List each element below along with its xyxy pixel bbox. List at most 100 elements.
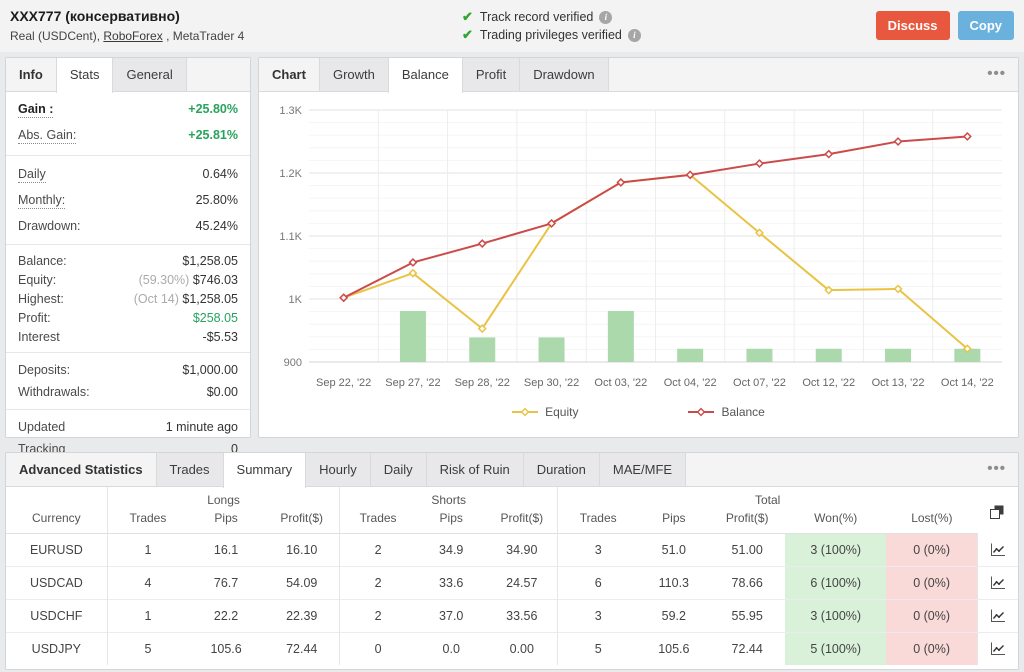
account-title: XXX777 (консервативно) bbox=[10, 8, 462, 25]
value-cell: 0.00 bbox=[487, 633, 558, 666]
check-icon: ✔ bbox=[462, 9, 473, 25]
value-cell: 72.44 bbox=[264, 633, 340, 666]
value-cell: 3 (100%) bbox=[785, 600, 886, 633]
value-cell: 3 bbox=[557, 600, 638, 633]
value-cell: 51.0 bbox=[638, 534, 709, 567]
svg-text:Sep 30, '22: Sep 30, '22 bbox=[524, 377, 579, 389]
stat-row-equity: Equity:(59.30%) $746.03 bbox=[6, 270, 250, 289]
value-cell: 0 bbox=[340, 633, 416, 666]
adv-tab-risk-of-ruin[interactable]: Risk of Ruin bbox=[426, 453, 524, 486]
info-tab-stats[interactable]: Stats bbox=[56, 58, 114, 93]
value-cell: 34.90 bbox=[487, 534, 558, 567]
stat-value-prefix: (Oct 14) bbox=[134, 292, 183, 306]
value-cell: 51.00 bbox=[709, 534, 785, 567]
chart-tab-balance[interactable]: Balance bbox=[388, 58, 463, 93]
table-row-usdjpy: USDJPY5105.672.4400.00.005105.672.445 (1… bbox=[6, 633, 1018, 666]
value-cell: 5 (100%) bbox=[785, 633, 886, 666]
stat-row-monthly: Monthly:25.80% bbox=[6, 188, 250, 214]
stat-value: 1 minute ago bbox=[166, 420, 238, 434]
row-chart-icon[interactable] bbox=[977, 600, 1018, 633]
svg-text:1.2K: 1.2K bbox=[279, 168, 302, 180]
stat-label: Daily bbox=[18, 167, 46, 183]
chart-tab-drawdown[interactable]: Drawdown bbox=[519, 58, 608, 91]
stat-label: Drawdown: bbox=[18, 219, 81, 233]
adv-tab-duration[interactable]: Duration bbox=[523, 453, 600, 486]
stat-value: $258.05 bbox=[193, 311, 238, 325]
info-icon[interactable] bbox=[599, 11, 612, 24]
column-header-currency: Currency bbox=[6, 508, 107, 534]
stats-divider bbox=[6, 155, 250, 156]
svg-text:Oct 03, '22: Oct 03, '22 bbox=[594, 377, 647, 389]
column-header-profit: Profit($) bbox=[264, 508, 340, 534]
group-total: Total bbox=[557, 487, 977, 508]
stat-value: -$5.53 bbox=[203, 330, 238, 344]
value-cell: 22.39 bbox=[264, 600, 340, 633]
ellipsis-menu-icon[interactable] bbox=[975, 453, 1018, 486]
stat-value: $0.00 bbox=[207, 385, 238, 399]
stat-row-abs-gain: Abs. Gain:+25.81% bbox=[6, 123, 250, 149]
value-cell: 1 bbox=[107, 534, 188, 567]
value-cell: 6 bbox=[557, 567, 638, 600]
info-panel-tabs: StatsGeneral bbox=[56, 58, 186, 91]
ellipsis-menu-icon[interactable] bbox=[975, 58, 1018, 91]
stat-label: Deposits: bbox=[18, 363, 70, 377]
info-icon[interactable] bbox=[628, 29, 641, 42]
table-column-header-row: CurrencyTradesPipsProfit($)TradesPipsPro… bbox=[6, 508, 1018, 534]
stat-value: +25.80% bbox=[188, 102, 238, 116]
chart-panel-tabs: GrowthBalanceProfitDrawdown bbox=[319, 58, 608, 91]
chart-tab-profit[interactable]: Profit bbox=[462, 58, 520, 91]
column-header-pips: Pips bbox=[416, 508, 487, 534]
discuss-button[interactable]: Discuss bbox=[876, 11, 950, 40]
check-icon: ✔ bbox=[462, 27, 473, 43]
group-longs: Longs bbox=[107, 487, 340, 508]
stat-row-updated: Updated1 minute ago bbox=[6, 416, 250, 438]
platform-label: , MetaTrader 4 bbox=[163, 29, 245, 43]
column-header-trades: Trades bbox=[340, 508, 416, 534]
stat-row-highest: Highest:(Oct 14) $1,258.05 bbox=[6, 289, 250, 308]
stats-list: Gain :+25.80%Abs. Gain:+25.81%Daily0.64%… bbox=[6, 92, 250, 460]
stat-label: Monthly: bbox=[18, 193, 65, 209]
broker-link[interactable]: RoboForex bbox=[103, 29, 162, 43]
value-cell: 0 (0%) bbox=[886, 534, 977, 567]
stat-label: Highest: bbox=[18, 292, 64, 306]
export-copy-icon[interactable] bbox=[977, 487, 1018, 534]
adv-tab-hourly[interactable]: Hourly bbox=[305, 453, 371, 486]
info-tab-general[interactable]: General bbox=[112, 58, 186, 91]
value-cell: 4 bbox=[107, 567, 188, 600]
value-cell: 0 (0%) bbox=[886, 567, 977, 600]
account-header: XXX777 (консервативно) Real (USDCent), R… bbox=[0, 0, 1024, 52]
row-chart-icon[interactable] bbox=[977, 633, 1018, 666]
legend-label: Balance bbox=[721, 405, 764, 419]
row-chart-icon[interactable] bbox=[977, 534, 1018, 567]
adv-tab-mae-mfe[interactable]: MAE/MFE bbox=[599, 453, 686, 486]
svg-text:Oct 04, '22: Oct 04, '22 bbox=[664, 377, 717, 389]
adv-tab-trades[interactable]: Trades bbox=[156, 453, 224, 486]
group-shorts: Shorts bbox=[340, 487, 558, 508]
adv-tab-summary[interactable]: Summary bbox=[223, 453, 307, 488]
stat-label: Abs. Gain: bbox=[18, 128, 76, 144]
stat-value: $1,000.00 bbox=[182, 363, 238, 377]
svg-text:Oct 14, '22: Oct 14, '22 bbox=[941, 377, 994, 389]
chart-tab-growth[interactable]: Growth bbox=[319, 58, 389, 91]
advanced-statistics-header: Advanced Statistics TradesSummaryHourlyD… bbox=[6, 453, 1018, 487]
advanced-statistics-tabs: TradesSummaryHourlyDailyRisk of RuinDura… bbox=[156, 453, 686, 486]
svg-text:Oct 07, '22: Oct 07, '22 bbox=[733, 377, 786, 389]
column-header-profit: Profit($) bbox=[487, 508, 558, 534]
stat-label: Gain : bbox=[18, 102, 53, 118]
svg-text:Sep 27, '22: Sep 27, '22 bbox=[385, 377, 440, 389]
stat-row-drawdown: Drawdown:45.24% bbox=[6, 214, 250, 238]
advanced-statistics-label: Advanced Statistics bbox=[6, 453, 156, 486]
svg-text:1.1K: 1.1K bbox=[279, 231, 302, 243]
value-cell: 1 bbox=[107, 600, 188, 633]
balance-equity-chart[interactable]: 9001K1.1K1.2K1.3KSep 22, '22Sep 27, '22S… bbox=[267, 98, 1010, 396]
info-panel-header: Info StatsGeneral bbox=[6, 58, 250, 92]
stat-value-prefix: (59.30%) bbox=[139, 273, 193, 287]
value-cell: 6 (100%) bbox=[785, 567, 886, 600]
adv-tab-daily[interactable]: Daily bbox=[370, 453, 427, 486]
copy-button[interactable]: Copy bbox=[958, 11, 1015, 40]
advanced-statistics-panel: Advanced Statistics TradesSummaryHourlyD… bbox=[5, 452, 1019, 670]
row-chart-icon[interactable] bbox=[977, 567, 1018, 600]
value-cell: 76.7 bbox=[188, 567, 264, 600]
value-cell: 34.9 bbox=[416, 534, 487, 567]
legend-item-equity: Equity bbox=[512, 405, 578, 419]
